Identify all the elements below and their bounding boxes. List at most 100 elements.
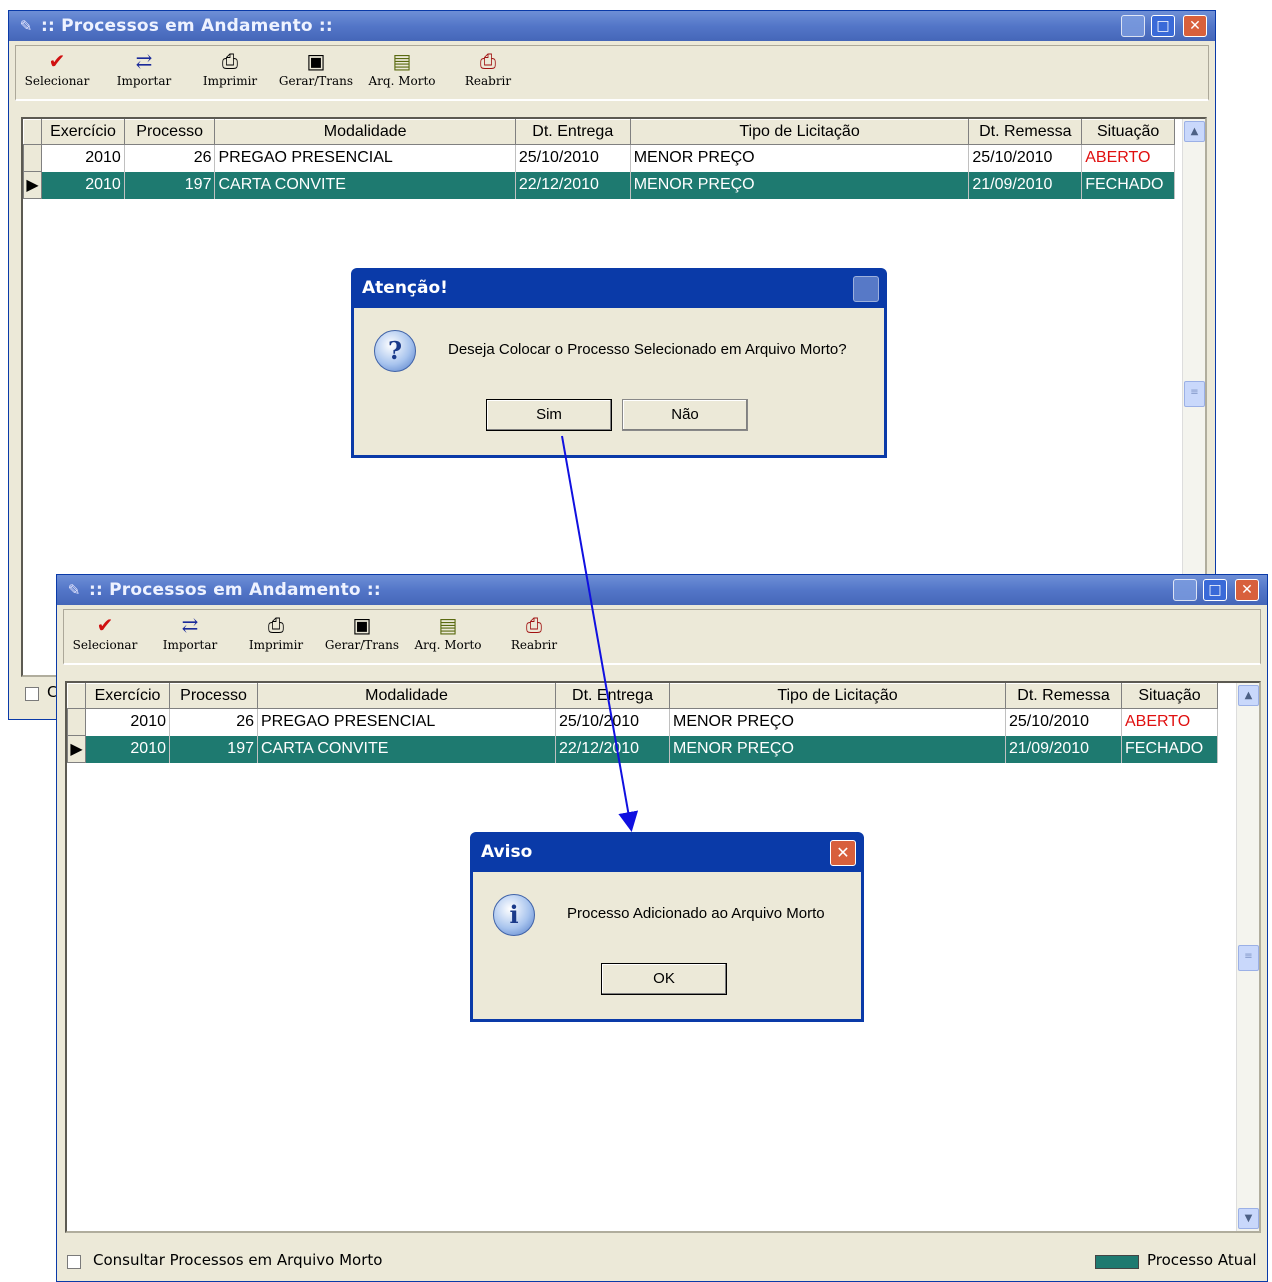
dialog-close-button[interactable] — [853, 276, 879, 302]
column-header[interactable]: Tipo de Licitação — [669, 683, 1006, 709]
column-header[interactable]: Dt. Entrega — [514, 119, 631, 145]
confirm-message: Deseja Colocar o Processo Selecionado em… — [448, 341, 847, 358]
cell-processo: 197 — [169, 735, 258, 763]
column-header[interactable]: Situação — [1121, 683, 1218, 709]
import-icon: ⇄ — [135, 49, 153, 73]
cell-processo: 26 — [124, 144, 216, 172]
importar-label: Importar — [162, 638, 218, 652]
table-row[interactable]: 2010 26 PREGAO PRESENCIAL 25/10/2010 MEN… — [67, 708, 1218, 736]
scroll-down-icon[interactable]: ▼ — [1238, 1208, 1259, 1229]
column-header[interactable]: Modalidade — [257, 683, 556, 709]
front-window-title: :: Processos em Andamento :: — [89, 580, 381, 600]
cell-modalidade: PREGAO PRESENCIAL — [257, 708, 556, 736]
row-indicator — [23, 144, 43, 172]
maximize-button[interactable]: □ — [1203, 579, 1227, 601]
minimize-button[interactable] — [1121, 15, 1145, 37]
imprimir-label: Imprimir — [202, 74, 258, 88]
cell-exercicio: 2010 — [41, 171, 125, 199]
back-window-titlebar[interactable]: ✎ :: Processos em Andamento :: □ ✕ — [9, 11, 1215, 41]
importar-button[interactable]: ⇄ Importar — [112, 48, 176, 88]
reopen-printer-icon: ⎙ — [526, 613, 542, 637]
column-header[interactable]: Modalidade — [214, 119, 516, 145]
gerar-trans-button[interactable]: ▣ Gerar/Trans — [276, 48, 356, 88]
table-row-selected[interactable]: ▶ 2010 197 CARTA CONVITE 22/12/2010 MENO… — [23, 171, 1175, 199]
info-icon: i — [493, 894, 535, 936]
cell-exercicio: 2010 — [41, 144, 125, 172]
app-icon: ✎ — [19, 17, 33, 35]
reabrir-label: Reabrir — [510, 638, 558, 652]
importar-button[interactable]: ⇄ Importar — [158, 612, 222, 652]
column-header[interactable]: Exercício — [41, 119, 125, 145]
cell-modalidade: PREGAO PRESENCIAL — [214, 144, 516, 172]
column-header[interactable]: Exercício — [85, 683, 170, 709]
cell-dt-entrega: 25/10/2010 — [515, 144, 631, 172]
cell-dt-remessa: 25/10/2010 — [1005, 708, 1122, 736]
minimize-button[interactable] — [1173, 579, 1197, 601]
floppy-disk-icon: ▣ — [352, 613, 372, 637]
arq-morto-label: Arq. Morto — [414, 638, 482, 652]
cell-dt-remessa: 25/10/2010 — [968, 144, 1083, 172]
close-button[interactable]: ✕ — [1183, 15, 1207, 37]
reabrir-label: Reabrir — [464, 74, 512, 88]
arq-morto-button[interactable]: ▤ Arq. Morto — [364, 48, 440, 88]
notice-dialog: Aviso ✕ i Processo Adicionado ao Arquivo… — [470, 832, 864, 1022]
cell-dt-remessa: 21/09/2010 — [968, 171, 1083, 199]
front-toolbar: ✔ Selecionar ⇄ Importar ⎙ Imprimir ▣ Gerar/T… — [63, 609, 1261, 665]
cell-dt-entrega: 22/12/2010 — [555, 735, 670, 763]
current-process-legend: Processo Atual — [1147, 1251, 1257, 1269]
row-indicator-header — [23, 119, 43, 145]
cell-dt-entrega: 22/12/2010 — [515, 171, 631, 199]
table-row[interactable]: 2010 26 PREGAO PRESENCIAL 25/10/2010 MEN… — [23, 144, 1175, 172]
table-row-selected[interactable]: ▶ 2010 197 CARTA CONVITE 22/12/2010 MENO… — [67, 735, 1218, 763]
scroll-up-icon[interactable]: ▲ — [1238, 685, 1259, 706]
cell-exercicio: 2010 — [85, 708, 170, 736]
importar-label: Importar — [116, 74, 172, 88]
question-icon: ? — [374, 330, 416, 372]
back-archive-checkbox[interactable] — [25, 687, 39, 701]
column-header[interactable]: Processo — [123, 119, 216, 145]
gerar-trans-button[interactable]: ▣ Gerar/Trans — [322, 612, 402, 652]
printer-icon: ⎙ — [222, 49, 238, 73]
column-header[interactable]: Tipo de Licitação — [629, 119, 970, 145]
selecionar-button[interactable]: ✔ Selecionar — [70, 612, 140, 652]
selecionar-label: Selecionar — [72, 638, 138, 652]
arq-morto-button[interactable]: ▤ Arq. Morto — [410, 612, 486, 652]
maximize-button[interactable]: □ — [1151, 15, 1175, 37]
archive-checkbox[interactable] — [67, 1255, 81, 1269]
column-header[interactable]: Situação — [1081, 119, 1175, 145]
reabrir-button[interactable]: ⎙ Reabrir — [502, 612, 566, 652]
file-archive-icon: ▤ — [438, 613, 458, 637]
imprimir-button[interactable]: ⎙ Imprimir — [244, 612, 308, 652]
column-header[interactable]: Dt. Entrega — [555, 683, 670, 709]
notice-dialog-body: i Processo Adicionado ao Arquivo Morto O… — [473, 872, 861, 1019]
yes-button[interactable]: Sim — [486, 399, 612, 431]
scroll-thumb[interactable]: ≡ — [1184, 381, 1205, 407]
ok-button[interactable]: OK — [601, 963, 727, 995]
checkmark-icon: ✔ — [48, 49, 66, 73]
column-header[interactable]: Dt. Remessa — [968, 119, 1083, 145]
confirm-dialog: Atenção! ? Deseja Colocar o Processo Sel… — [351, 268, 887, 458]
cell-exercicio: 2010 — [85, 735, 170, 763]
cell-dt-remessa: 21/09/2010 — [1005, 735, 1122, 763]
reabrir-button[interactable]: ⎙ Reabrir — [456, 48, 520, 88]
dialog-close-button[interactable]: ✕ — [830, 840, 856, 866]
back-toolbar: ✔ Selecionar ⇄ Importar ⎙ Imprimir ▣ Gerar/T… — [15, 45, 1209, 101]
archive-checkbox-label[interactable]: Consultar Processos em Arquivo Morto — [93, 1251, 382, 1269]
selecionar-button[interactable]: ✔ Selecionar — [24, 48, 90, 88]
no-button[interactable]: Não — [622, 399, 748, 431]
cell-situacao: FECHADO — [1121, 735, 1218, 763]
cell-dt-entrega: 25/10/2010 — [555, 708, 670, 736]
column-header[interactable]: Processo — [169, 683, 258, 709]
close-button[interactable]: ✕ — [1235, 579, 1259, 601]
selecionar-label: Selecionar — [24, 74, 90, 88]
scroll-up-icon[interactable]: ▲ — [1184, 121, 1205, 142]
vertical-scrollbar[interactable]: ▲ ≡ ▼ — [1236, 683, 1259, 1231]
notice-message: Processo Adicionado ao Arquivo Morto — [567, 905, 825, 922]
scroll-thumb[interactable]: ≡ — [1238, 945, 1259, 971]
import-icon: ⇄ — [181, 613, 199, 637]
column-header[interactable]: Dt. Remessa — [1005, 683, 1122, 709]
front-window-titlebar[interactable]: ✎ :: Processos em Andamento :: □ ✕ — [57, 575, 1267, 605]
reopen-printer-icon: ⎙ — [480, 49, 496, 73]
cell-processo: 26 — [169, 708, 258, 736]
imprimir-button[interactable]: ⎙ Imprimir — [198, 48, 262, 88]
